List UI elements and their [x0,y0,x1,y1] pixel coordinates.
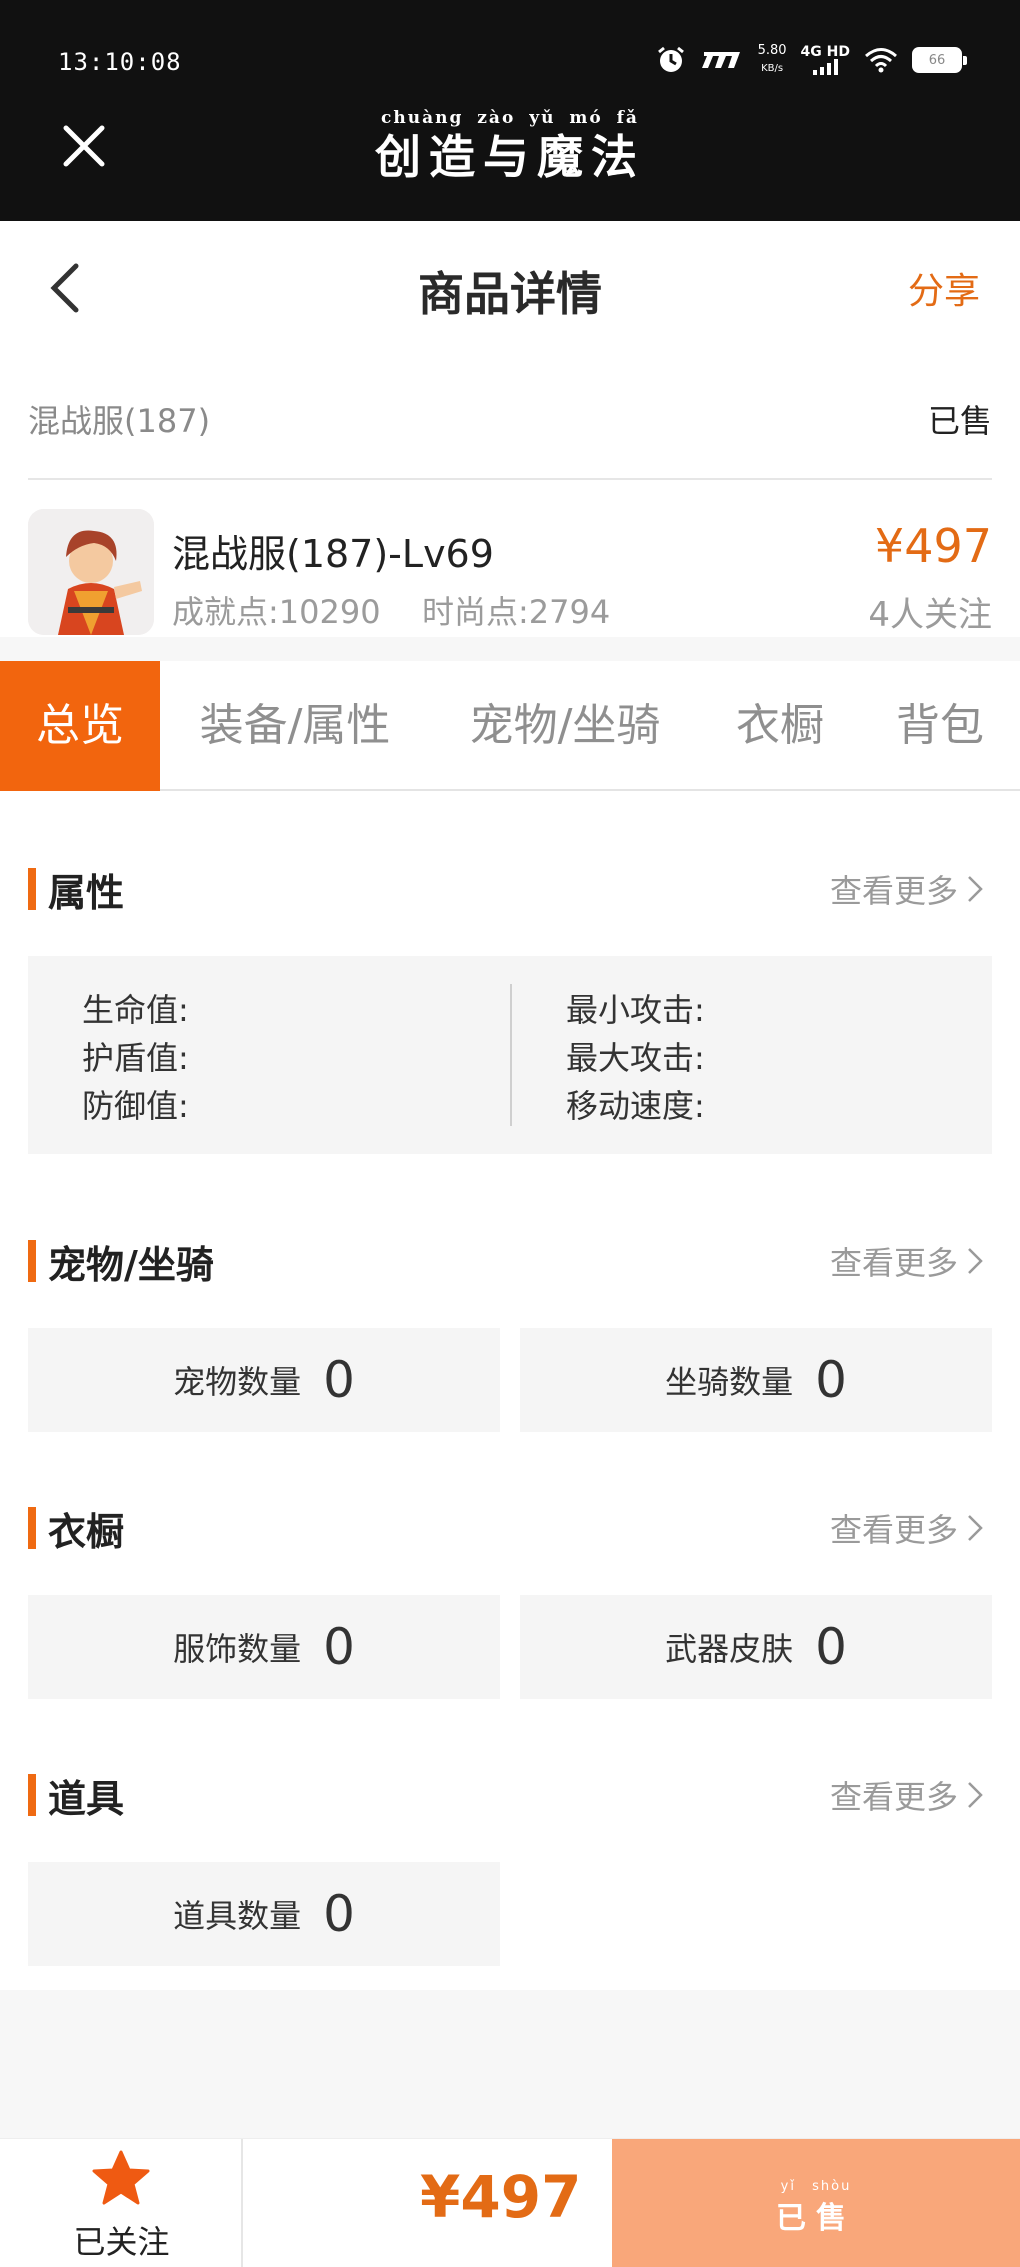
weapon-skin-box: 武器皮肤 0 [520,1595,992,1699]
sold-pinyin: yǐ shòu [780,2179,852,2194]
section-title: 道具 [48,1777,125,1821]
section-accent-bar [28,1507,36,1549]
tab-pets-mounts[interactable]: 宠物/坐骑 [450,661,680,791]
tab-equipment[interactable]: 装备/属性 [180,661,410,791]
outfit-count-box: 服饰数量 0 [28,1595,500,1699]
attributes-left-column: 生命值: 护盾值: 防御值: [82,986,189,1130]
mount-count-value: 0 [815,1351,847,1409]
attr-hp: 生命值: [82,991,189,1029]
weapon-skin-value: 0 [815,1618,847,1676]
section-accent-bar [28,1240,36,1282]
more-label: 查看更多 [829,1244,958,1282]
chevron-right-icon [968,1248,983,1274]
pets-header: 宠物/坐骑 查看更多 [28,1230,992,1290]
attr-move-speed: 移动速度: [566,1087,705,1125]
pets-more-link[interactable]: 查看更多 [830,1238,984,1284]
wardrobe-header: 衣橱 查看更多 [28,1497,992,1557]
bottom-action-bar: 已关注 ¥497 yǐ shòu 已售 [0,2138,1020,2267]
section-accent-bar [28,1774,36,1816]
outfit-count-value: 0 [323,1618,355,1676]
sold-button[interactable]: yǐ shòu 已售 [612,2139,1020,2267]
character-thumbnail [28,509,154,635]
signal-icon [812,59,838,75]
mount-count-box: 坐骑数量 0 [520,1328,992,1432]
attributes-more-link[interactable]: 查看更多 [830,866,984,912]
attr-shield: 护盾值: [82,1039,189,1077]
more-label: 查看更多 [829,1778,958,1816]
bottom-price: ¥497 [420,2163,582,2231]
divider-band [0,637,1020,661]
alarm-icon [657,46,684,72]
item-count-label: 道具数量 [173,1897,302,1935]
product-name: 混战服(187)-Lv69 [172,532,494,576]
attributes-panel: 生命值: 护盾值: 防御值: 最小攻击: 最大攻击: 移动速度: [28,956,992,1154]
more-label: 查看更多 [829,1511,958,1549]
app-header: 13:10:08 5.80 KB/s 4G HD 66 chuàng zào y… [0,0,1020,221]
follow-label: 已关注 [73,2223,170,2261]
product-price: ¥497 [874,519,992,573]
attributes-right-column: 最小攻击: 最大攻击: 移动速度: [566,986,705,1130]
network-type: 4G HD [801,45,850,75]
network-speed: 5.80 KB/s [758,42,787,78]
chevron-right-icon [968,876,983,902]
status-time: 13:10:08 [58,48,182,76]
star-icon [92,2150,150,2205]
attributes-divider [510,984,512,1126]
attributes-header: 属性 查看更多 [28,858,992,918]
tab-backpack[interactable]: 背包 [870,661,1010,791]
carrier-logo-icon [701,52,740,68]
sold-label: 已售 [776,2201,856,2236]
attr-max-attack: 最大攻击: [566,1039,705,1077]
items-header: 道具 查看更多 [28,1764,992,1824]
product-card[interactable]: 混战服(187)-Lv69 成就点:10290 时尚点:2794 ¥497 4人… [28,505,992,635]
weapon-skin-label: 武器皮肤 [665,1630,794,1668]
wifi-icon [865,48,897,73]
listing-status: 已售 [927,402,992,440]
outfit-count-label: 服饰数量 [173,1630,302,1668]
app-title-pinyin: chuàng zào yǔ mó fǎ [381,108,639,128]
attr-min-attack: 最小攻击: [566,991,705,1029]
follower-count: 4人关注 [868,595,992,635]
chevron-right-icon [968,1782,983,1808]
app-title: chuàng zào yǔ mó fǎ 创造与魔法 [0,108,1020,186]
share-button[interactable]: 分享 [908,262,980,314]
status-icons: 5.80 KB/s 4G HD 66 [656,42,967,78]
battery-icon: 66 [912,47,967,73]
server-row: 混战服(187) 已售 [28,390,992,480]
follow-button[interactable]: 已关注 [0,2139,243,2267]
network-type-label: 4G HD [800,44,850,60]
chevron-right-icon [968,1515,983,1541]
attr-defense: 防御值: [82,1087,189,1125]
page-bottom-spacer [0,1990,1020,2138]
app-title-text: 创造与魔法 [375,130,645,184]
wardrobe-more-link[interactable]: 查看更多 [830,1505,984,1551]
fashion-points: 时尚点:2794 [422,593,611,631]
tab-bar: 总览 装备/属性 宠物/坐骑 衣橱 背包 [0,661,1020,791]
section-title: 宠物/坐骑 [48,1243,214,1287]
tab-wardrobe[interactable]: 衣橱 [720,661,840,791]
network-speed-value: 5.80 [757,43,787,58]
item-count-box: 道具数量 0 [28,1862,500,1966]
item-count-value: 0 [323,1885,355,1943]
page-title: 商品详情 [418,267,602,321]
section-title: 衣橱 [48,1510,125,1554]
more-label: 查看更多 [829,872,958,910]
section-title: 属性 [48,871,125,915]
achievement-points: 成就点:10290 [172,593,381,631]
network-speed-unit: KB/s [761,63,784,74]
pet-count-box: 宠物数量 0 [28,1328,500,1432]
mount-count-label: 坐骑数量 [665,1363,794,1401]
pet-count-label: 宠物数量 [173,1363,302,1401]
pet-count-value: 0 [323,1351,355,1409]
server-name: 混战服(187) [28,402,211,440]
tab-overview[interactable]: 总览 [0,661,160,791]
section-accent-bar [28,868,36,910]
items-more-link[interactable]: 查看更多 [830,1772,984,1818]
